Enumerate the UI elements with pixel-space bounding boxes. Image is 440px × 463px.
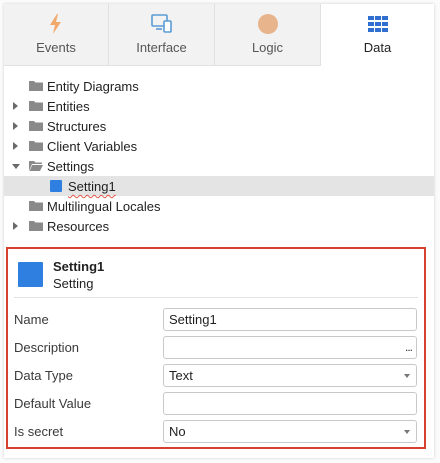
tree-item-label: Resources bbox=[47, 219, 110, 234]
property-row-description: Description ... bbox=[8, 333, 424, 361]
collapse-arrow-icon[interactable] bbox=[12, 164, 20, 169]
expand-arrow-icon[interactable] bbox=[13, 102, 18, 110]
property-row-data-type: Data Type Text bbox=[8, 361, 424, 389]
tree-item-label: Settings bbox=[47, 159, 94, 174]
properties-title: Setting1 bbox=[53, 259, 105, 274]
circle-icon bbox=[257, 14, 278, 34]
expand-arrow-icon[interactable] bbox=[13, 122, 18, 130]
tab-bar: Events Interface Logic Data bbox=[4, 4, 434, 66]
tree-item-label: Structures bbox=[47, 119, 107, 134]
tree-item-setting1[interactable]: Setting1 bbox=[4, 176, 434, 196]
default-value-input[interactable] bbox=[163, 392, 417, 415]
expand-arrow-icon[interactable] bbox=[13, 142, 18, 150]
tree-item-entity-diagrams[interactable]: Entity Diagrams bbox=[4, 76, 434, 96]
property-label: Is secret bbox=[14, 424, 64, 439]
setting-icon bbox=[18, 262, 43, 287]
tab-logic-label: Logic bbox=[251, 40, 284, 55]
property-label: Default Value bbox=[14, 396, 92, 411]
folder-icon bbox=[29, 141, 43, 151]
tree-item-structures[interactable]: Structures bbox=[4, 116, 434, 136]
property-label: Description bbox=[14, 340, 80, 355]
setting-icon bbox=[50, 180, 62, 192]
is-secret-value: No bbox=[169, 424, 186, 439]
chevron-down-icon bbox=[404, 430, 410, 434]
name-input[interactable]: Setting1 bbox=[163, 308, 417, 331]
expand-arrow-icon[interactable] bbox=[13, 222, 18, 230]
properties-panel: Setting1 Setting Name Setting1 Descripti… bbox=[6, 247, 426, 449]
data-tree: Entity Diagrams Entities Structures Clie… bbox=[4, 76, 434, 236]
tree-item-entities[interactable]: Entities bbox=[4, 96, 434, 116]
tree-item-label: Multilingual Locales bbox=[47, 199, 161, 214]
folder-icon bbox=[29, 81, 43, 91]
property-label: Name bbox=[14, 312, 49, 327]
tab-interface-label: Interface bbox=[136, 40, 187, 55]
data-type-value: Text bbox=[169, 368, 193, 383]
tree-item-client-variables[interactable]: Client Variables bbox=[4, 136, 434, 156]
tab-events-label: Events bbox=[36, 40, 76, 55]
properties-subtitle: Setting bbox=[53, 276, 94, 291]
grid-table-icon bbox=[367, 16, 388, 32]
more-icon[interactable]: ... bbox=[405, 340, 413, 354]
description-input[interactable]: ... bbox=[163, 336, 417, 359]
folder-icon bbox=[29, 101, 43, 111]
app-panel: Events Interface Logic Data Entity Diagr… bbox=[4, 4, 434, 458]
tree-item-resources[interactable]: Resources bbox=[4, 216, 434, 236]
tree-item-label: Client Variables bbox=[47, 139, 138, 154]
property-label: Data Type bbox=[14, 368, 74, 383]
data-type-select[interactable]: Text bbox=[163, 364, 417, 387]
tab-data-label: Data bbox=[363, 40, 392, 55]
tab-data[interactable]: Data bbox=[321, 4, 434, 66]
property-row-name: Name Setting1 bbox=[8, 305, 424, 333]
tree-item-label: Entities bbox=[47, 99, 90, 114]
tab-interface[interactable]: Interface bbox=[109, 4, 215, 66]
lightning-icon bbox=[50, 14, 61, 34]
tab-events[interactable]: Events bbox=[4, 4, 109, 66]
folder-icon bbox=[29, 221, 43, 231]
folder-icon bbox=[29, 201, 43, 211]
tree-item-label: Setting1 bbox=[68, 179, 116, 194]
tree-item-settings[interactable]: Settings bbox=[4, 156, 434, 176]
tree-item-label: Entity Diagrams bbox=[47, 79, 139, 94]
folder-icon bbox=[29, 121, 43, 131]
screens-icon bbox=[150, 14, 172, 33]
tree-item-multilingual-locales[interactable]: Multilingual Locales bbox=[4, 196, 434, 216]
chevron-down-icon bbox=[404, 374, 410, 378]
folder-open-icon bbox=[29, 161, 43, 171]
divider bbox=[14, 297, 418, 298]
property-row-is-secret: Is secret No bbox=[8, 417, 424, 445]
is-secret-select[interactable]: No bbox=[163, 420, 417, 443]
property-row-default-value: Default Value bbox=[8, 389, 424, 417]
tab-logic[interactable]: Logic bbox=[215, 4, 321, 66]
